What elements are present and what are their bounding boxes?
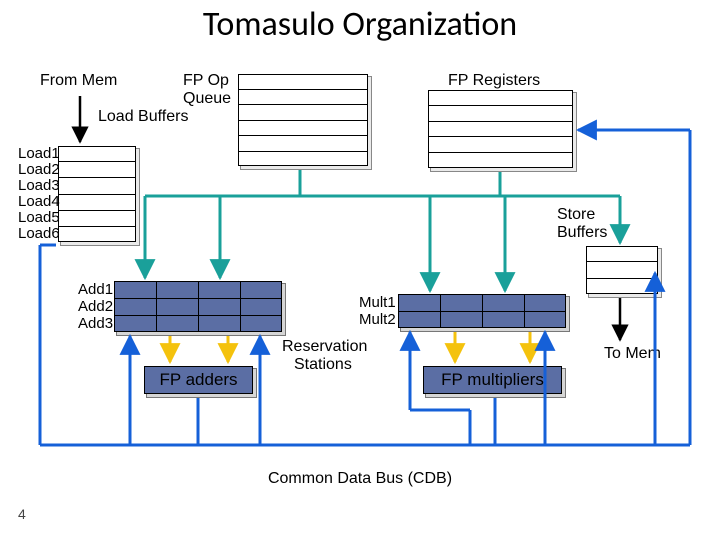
label-to-mem: To Mem (604, 345, 661, 363)
label-res-stations-1: Reservation (282, 338, 367, 356)
label-cdb: Common Data Bus (CDB) (0, 470, 720, 488)
load-row-3: Load3 (18, 177, 60, 194)
fp-multipliers-block: FP multipliers (425, 368, 566, 398)
load-buffers-block (60, 148, 140, 246)
mult-row-2: Mult2 (359, 311, 396, 328)
label-load-buffers: Load Buffers (98, 108, 188, 126)
store-buffers-block (588, 248, 662, 298)
label-fp-op: FP Op (183, 72, 229, 90)
load-row-4: Load4 (18, 193, 60, 210)
add-row-2: Add2 (78, 298, 113, 315)
page-title: Tomasulo Organization (0, 4, 720, 45)
label-fp-registers: FP Registers (448, 72, 540, 90)
mult-row-1: Mult1 (359, 294, 396, 311)
label-from-mem: From Mem (40, 72, 117, 90)
load-row-2: Load2 (18, 161, 60, 178)
add-row-3: Add3 (78, 315, 113, 332)
rs-add-block (116, 283, 286, 336)
fp-op-queue-block (240, 76, 372, 170)
load-row-6: Load6 (18, 225, 60, 242)
page-number: 4 (18, 506, 26, 522)
fp-registers-block (430, 92, 577, 172)
fp-adders-block: FP adders (146, 368, 257, 398)
load-row-1: Load1 (18, 145, 60, 162)
add-row-1: Add1 (78, 281, 113, 298)
load-row-5: Load5 (18, 209, 60, 226)
label-queue: Queue (183, 90, 231, 108)
label-res-stations-2: Stations (294, 356, 352, 374)
rs-mult-block (400, 296, 570, 332)
label-store-buffers-1: Store (557, 206, 595, 224)
label-store-buffers-2: Buffers (557, 224, 607, 242)
